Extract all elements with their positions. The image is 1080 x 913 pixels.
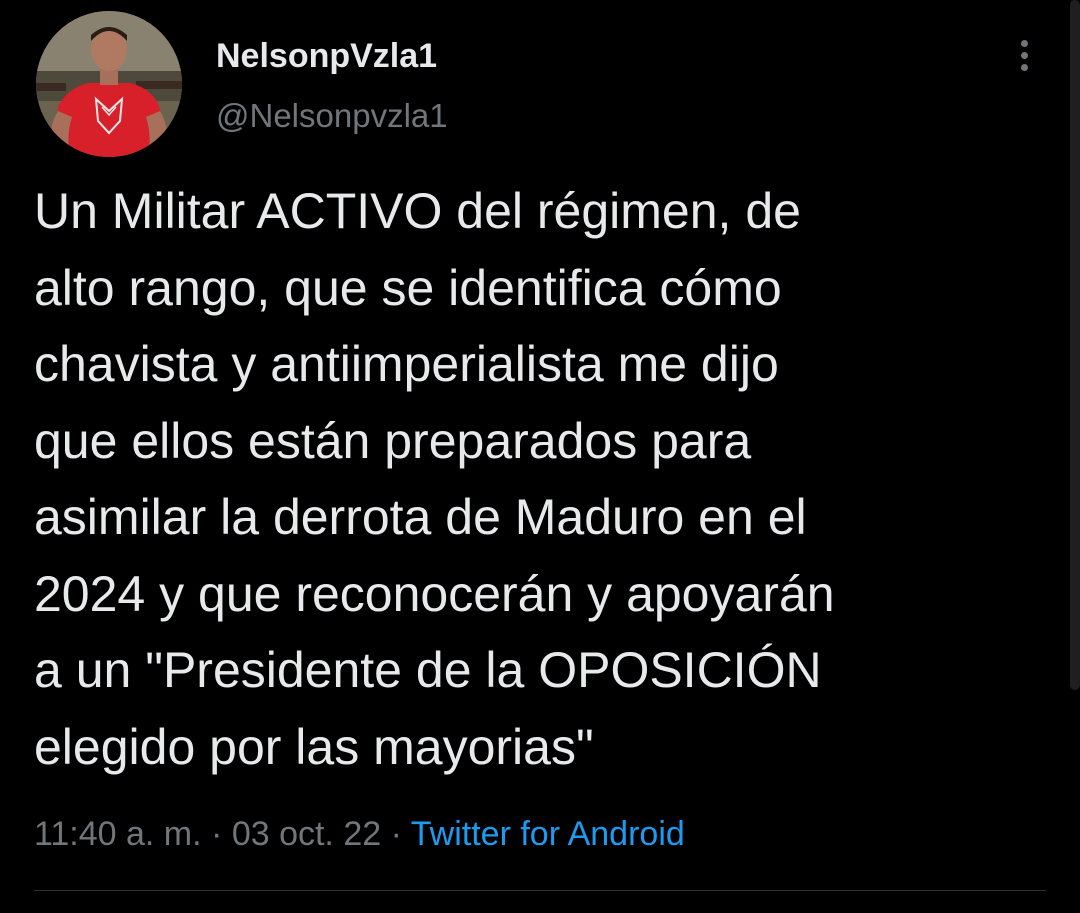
tweet-source-link[interactable]: Twitter for Android	[411, 815, 685, 853]
avatar[interactable]	[36, 11, 182, 157]
tweet-text-line: asimilar la derrota de Maduro en el	[34, 489, 807, 545]
tweet-time[interactable]: 11:40 a. m.	[34, 815, 202, 853]
tweet-text-line: Un Militar ACTIVO del régimen, de	[34, 183, 801, 239]
meta-separator: ·	[211, 815, 223, 853]
tweet-text-line: que ellos están preparados para	[34, 412, 752, 469]
tweet-text-line: alto rango, que se identifica cómo	[34, 259, 782, 316]
author-handle[interactable]: @Nelsonpvzla1	[216, 96, 448, 136]
author-display-name[interactable]: NelsonpVzla1	[216, 36, 437, 76]
tweet-date[interactable]: 03 oct. 22	[232, 815, 381, 853]
tweet: NelsonpVzla1 @Nelsonpvzla1 Un Militar AC…	[0, 0, 1080, 913]
profile-photo-icon	[36, 11, 182, 157]
tweet-text-line: elegido por las mayorias"	[34, 718, 594, 775]
tweet-text: Un Militar ACTIVO del régimen, de alto r…	[34, 173, 1044, 785]
tweet-text-line: 2024 y que reconocerán y apoyarán	[34, 565, 835, 622]
tweet-text-line: a un "Presidente de la OPOSICIÓN	[34, 642, 822, 698]
tweet-text-line: chavista y antiimperialista me dijo	[34, 336, 779, 392]
more-vertical-icon[interactable]	[1008, 36, 1042, 76]
tweet-metadata: 11:40 a. m. · 03 oct. 22 · Twitter for A…	[34, 812, 685, 856]
meta-separator: ·	[390, 815, 402, 853]
divider	[34, 890, 1046, 891]
scrollbar[interactable]	[1070, 0, 1080, 690]
